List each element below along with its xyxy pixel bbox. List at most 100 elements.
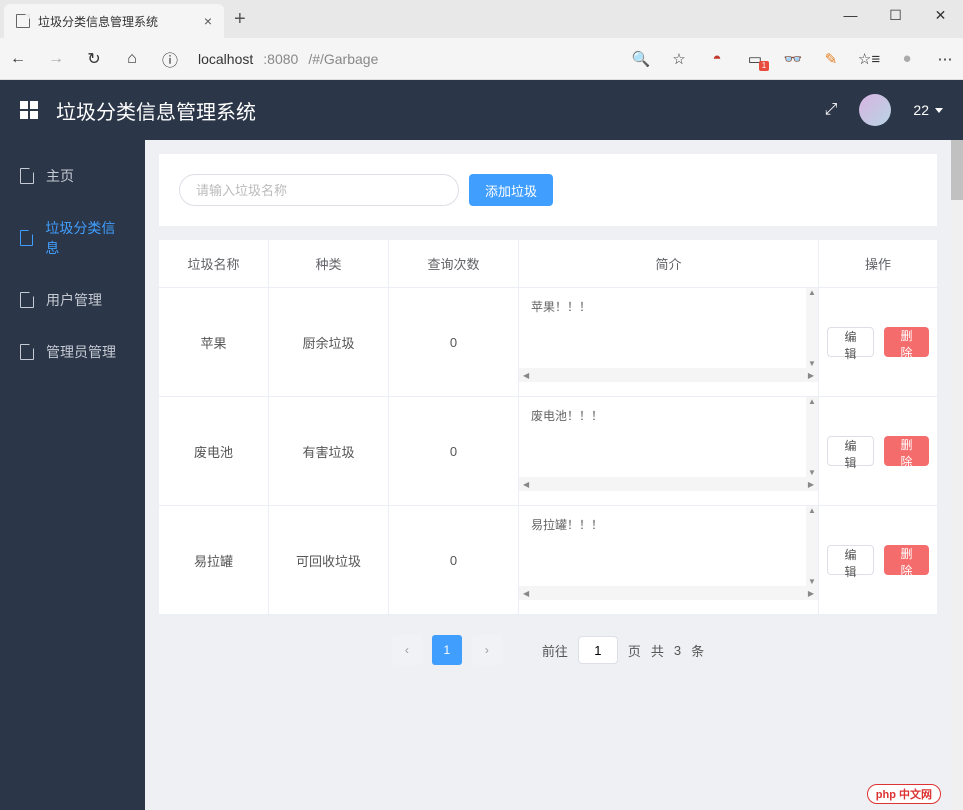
desc-v-scrollbar[interactable]: ▲▼ — [806, 288, 818, 368]
scroll-up-icon[interactable]: ▲ — [808, 506, 816, 515]
document-icon — [20, 230, 33, 246]
scroll-left-icon[interactable]: ◀ — [523, 371, 529, 380]
profile-icon[interactable]: ● — [897, 49, 917, 69]
scroll-left-icon[interactable]: ◀ — [523, 589, 529, 598]
user-dropdown[interactable]: 22 — [913, 102, 943, 118]
extension3-icon[interactable]: ✎ — [821, 49, 841, 69]
cell-name: 苹果 — [159, 288, 269, 396]
scroll-right-icon[interactable]: ▶ — [808, 371, 814, 380]
sidebar-item-users[interactable]: 用户管理 — [0, 274, 145, 326]
delete-button[interactable]: 删除 — [884, 327, 929, 357]
scroll-down-icon[interactable]: ▼ — [808, 359, 816, 368]
search-icon[interactable]: 🔍 — [631, 49, 651, 69]
more-icon[interactable]: ⋯ — [935, 49, 955, 69]
th-desc: 简介 — [519, 240, 819, 287]
page-icon — [16, 14, 30, 28]
desc-text[interactable]: 废电池！！！ ▲▼ — [519, 397, 818, 477]
home-button[interactable]: ⌂ — [122, 50, 142, 68]
cell-type: 可回收垃圾 — [269, 506, 389, 614]
app-title: 垃圾分类信息管理系统 — [56, 96, 256, 125]
close-tab-icon[interactable]: × — [204, 13, 212, 29]
table-header: 垃圾名称 种类 查询次数 简介 操作 — [159, 240, 937, 288]
tab-bar: 垃圾分类信息管理系统 × + — ☐ ✕ — [0, 0, 963, 38]
cell-desc: 废电池！！！ ▲▼ ◀▶ — [519, 397, 819, 505]
scroll-up-icon[interactable]: ▲ — [808, 397, 816, 406]
cell-actions: 编辑 删除 — [819, 506, 937, 614]
menu-grid-icon[interactable] — [20, 101, 38, 119]
window-controls: — ☐ ✕ — [828, 0, 963, 30]
sidebar: 主页 垃圾分类信息 用户管理 管理员管理 — [0, 140, 145, 810]
extension-icon[interactable]: ▭ — [745, 49, 765, 69]
cell-name: 易拉罐 — [159, 506, 269, 614]
desc-h-scrollbar[interactable]: ◀▶ — [519, 368, 818, 382]
url-input[interactable]: localhost:8080/#/Garbage — [198, 51, 613, 67]
maximize-button[interactable]: ☐ — [873, 0, 918, 30]
scroll-right-icon[interactable]: ▶ — [808, 589, 814, 598]
scroll-down-icon[interactable]: ▼ — [808, 468, 816, 477]
vertical-scrollbar[interactable] — [951, 140, 963, 810]
cell-desc: 易拉罐！！！ ▲▼ ◀▶ — [519, 506, 819, 614]
th-name: 垃圾名称 — [159, 240, 269, 287]
user-count-value: 22 — [913, 102, 929, 118]
total-prefix: 共 — [651, 641, 664, 660]
scroll-down-icon[interactable]: ▼ — [808, 577, 816, 586]
app-header: 垃圾分类信息管理系统 ⤢ 22 — [0, 80, 963, 140]
delete-button[interactable]: 删除 — [884, 436, 929, 466]
desc-h-scrollbar[interactable]: ◀▶ — [519, 586, 818, 600]
address-bar: ← → ↻ ⌂ ⓘ localhost:8080/#/Garbage 🔍 ☆ ◓… — [0, 38, 963, 80]
desc-text[interactable]: 易拉罐！！！ ▲▼ — [519, 506, 818, 586]
th-type: 种类 — [269, 240, 389, 287]
prev-page-button[interactable]: ‹ — [392, 635, 422, 665]
document-icon — [20, 292, 34, 308]
next-page-button[interactable]: › — [472, 635, 502, 665]
edit-button[interactable]: 编辑 — [827, 545, 874, 575]
desc-h-scrollbar[interactable]: ◀▶ — [519, 477, 818, 491]
scroll-right-icon[interactable]: ▶ — [808, 480, 814, 489]
fullscreen-icon[interactable]: ⤢ — [825, 101, 838, 119]
search-input[interactable] — [179, 174, 459, 206]
url-path: /#/Garbage — [308, 51, 378, 67]
sidebar-item-label: 用户管理 — [46, 290, 102, 310]
pagination: ‹ 1 › 前往 页 共 3 条 — [159, 615, 937, 671]
sidebar-item-label: 主页 — [46, 166, 74, 186]
cell-type: 有害垃圾 — [269, 397, 389, 505]
scroll-left-icon[interactable]: ◀ — [523, 480, 529, 489]
forward-button[interactable]: → — [46, 50, 66, 68]
page-1-button[interactable]: 1 — [432, 635, 462, 665]
delete-button[interactable]: 删除 — [884, 545, 929, 575]
minimize-button[interactable]: — — [828, 0, 873, 30]
shield-icon[interactable]: ◓ — [707, 49, 727, 69]
sidebar-item-label: 垃圾分类信息 — [45, 218, 125, 258]
desc-v-scrollbar[interactable]: ▲▼ — [806, 397, 818, 477]
toolbar-icons: 🔍 ☆ ◓ ▭ 👓 ✎ ☆≡ ● ⋯ — [631, 49, 955, 69]
url-port: :8080 — [263, 51, 298, 67]
edit-button[interactable]: 编辑 — [827, 436, 874, 466]
back-button[interactable]: ← — [8, 50, 28, 68]
desc-v-scrollbar[interactable]: ▲▼ — [806, 506, 818, 586]
browser-tab[interactable]: 垃圾分类信息管理系统 × — [4, 4, 224, 38]
goto-prefix: 前往 — [542, 641, 568, 660]
sidebar-item-admins[interactable]: 管理员管理 — [0, 326, 145, 378]
cell-desc: 苹果！！！ ▲▼ ◀▶ — [519, 288, 819, 396]
desc-text[interactable]: 苹果！！！ ▲▼ — [519, 288, 818, 368]
goto-page-input[interactable] — [578, 636, 618, 664]
total-count: 3 — [674, 643, 681, 658]
sidebar-item-garbage[interactable]: 垃圾分类信息 — [0, 202, 145, 274]
cell-actions: 编辑 删除 — [819, 397, 937, 505]
sidebar-item-label: 管理员管理 — [46, 342, 116, 362]
add-garbage-button[interactable]: 添加垃圾 — [469, 174, 553, 206]
extension2-icon[interactable]: 👓 — [783, 49, 803, 69]
cell-type: 厨余垃圾 — [269, 288, 389, 396]
edit-button[interactable]: 编辑 — [827, 327, 874, 357]
sidebar-item-home[interactable]: 主页 — [0, 150, 145, 202]
scroll-up-icon[interactable]: ▲ — [808, 288, 816, 297]
new-tab-button[interactable]: + — [224, 0, 256, 38]
th-count: 查询次数 — [389, 240, 519, 287]
refresh-button[interactable]: ↻ — [84, 49, 104, 69]
favorite-icon[interactable]: ☆ — [669, 49, 689, 69]
favorites-list-icon[interactable]: ☆≡ — [859, 49, 879, 69]
close-window-button[interactable]: ✕ — [918, 0, 963, 30]
avatar[interactable] — [859, 94, 891, 126]
document-icon — [20, 168, 34, 184]
info-icon[interactable]: ⓘ — [160, 47, 180, 71]
